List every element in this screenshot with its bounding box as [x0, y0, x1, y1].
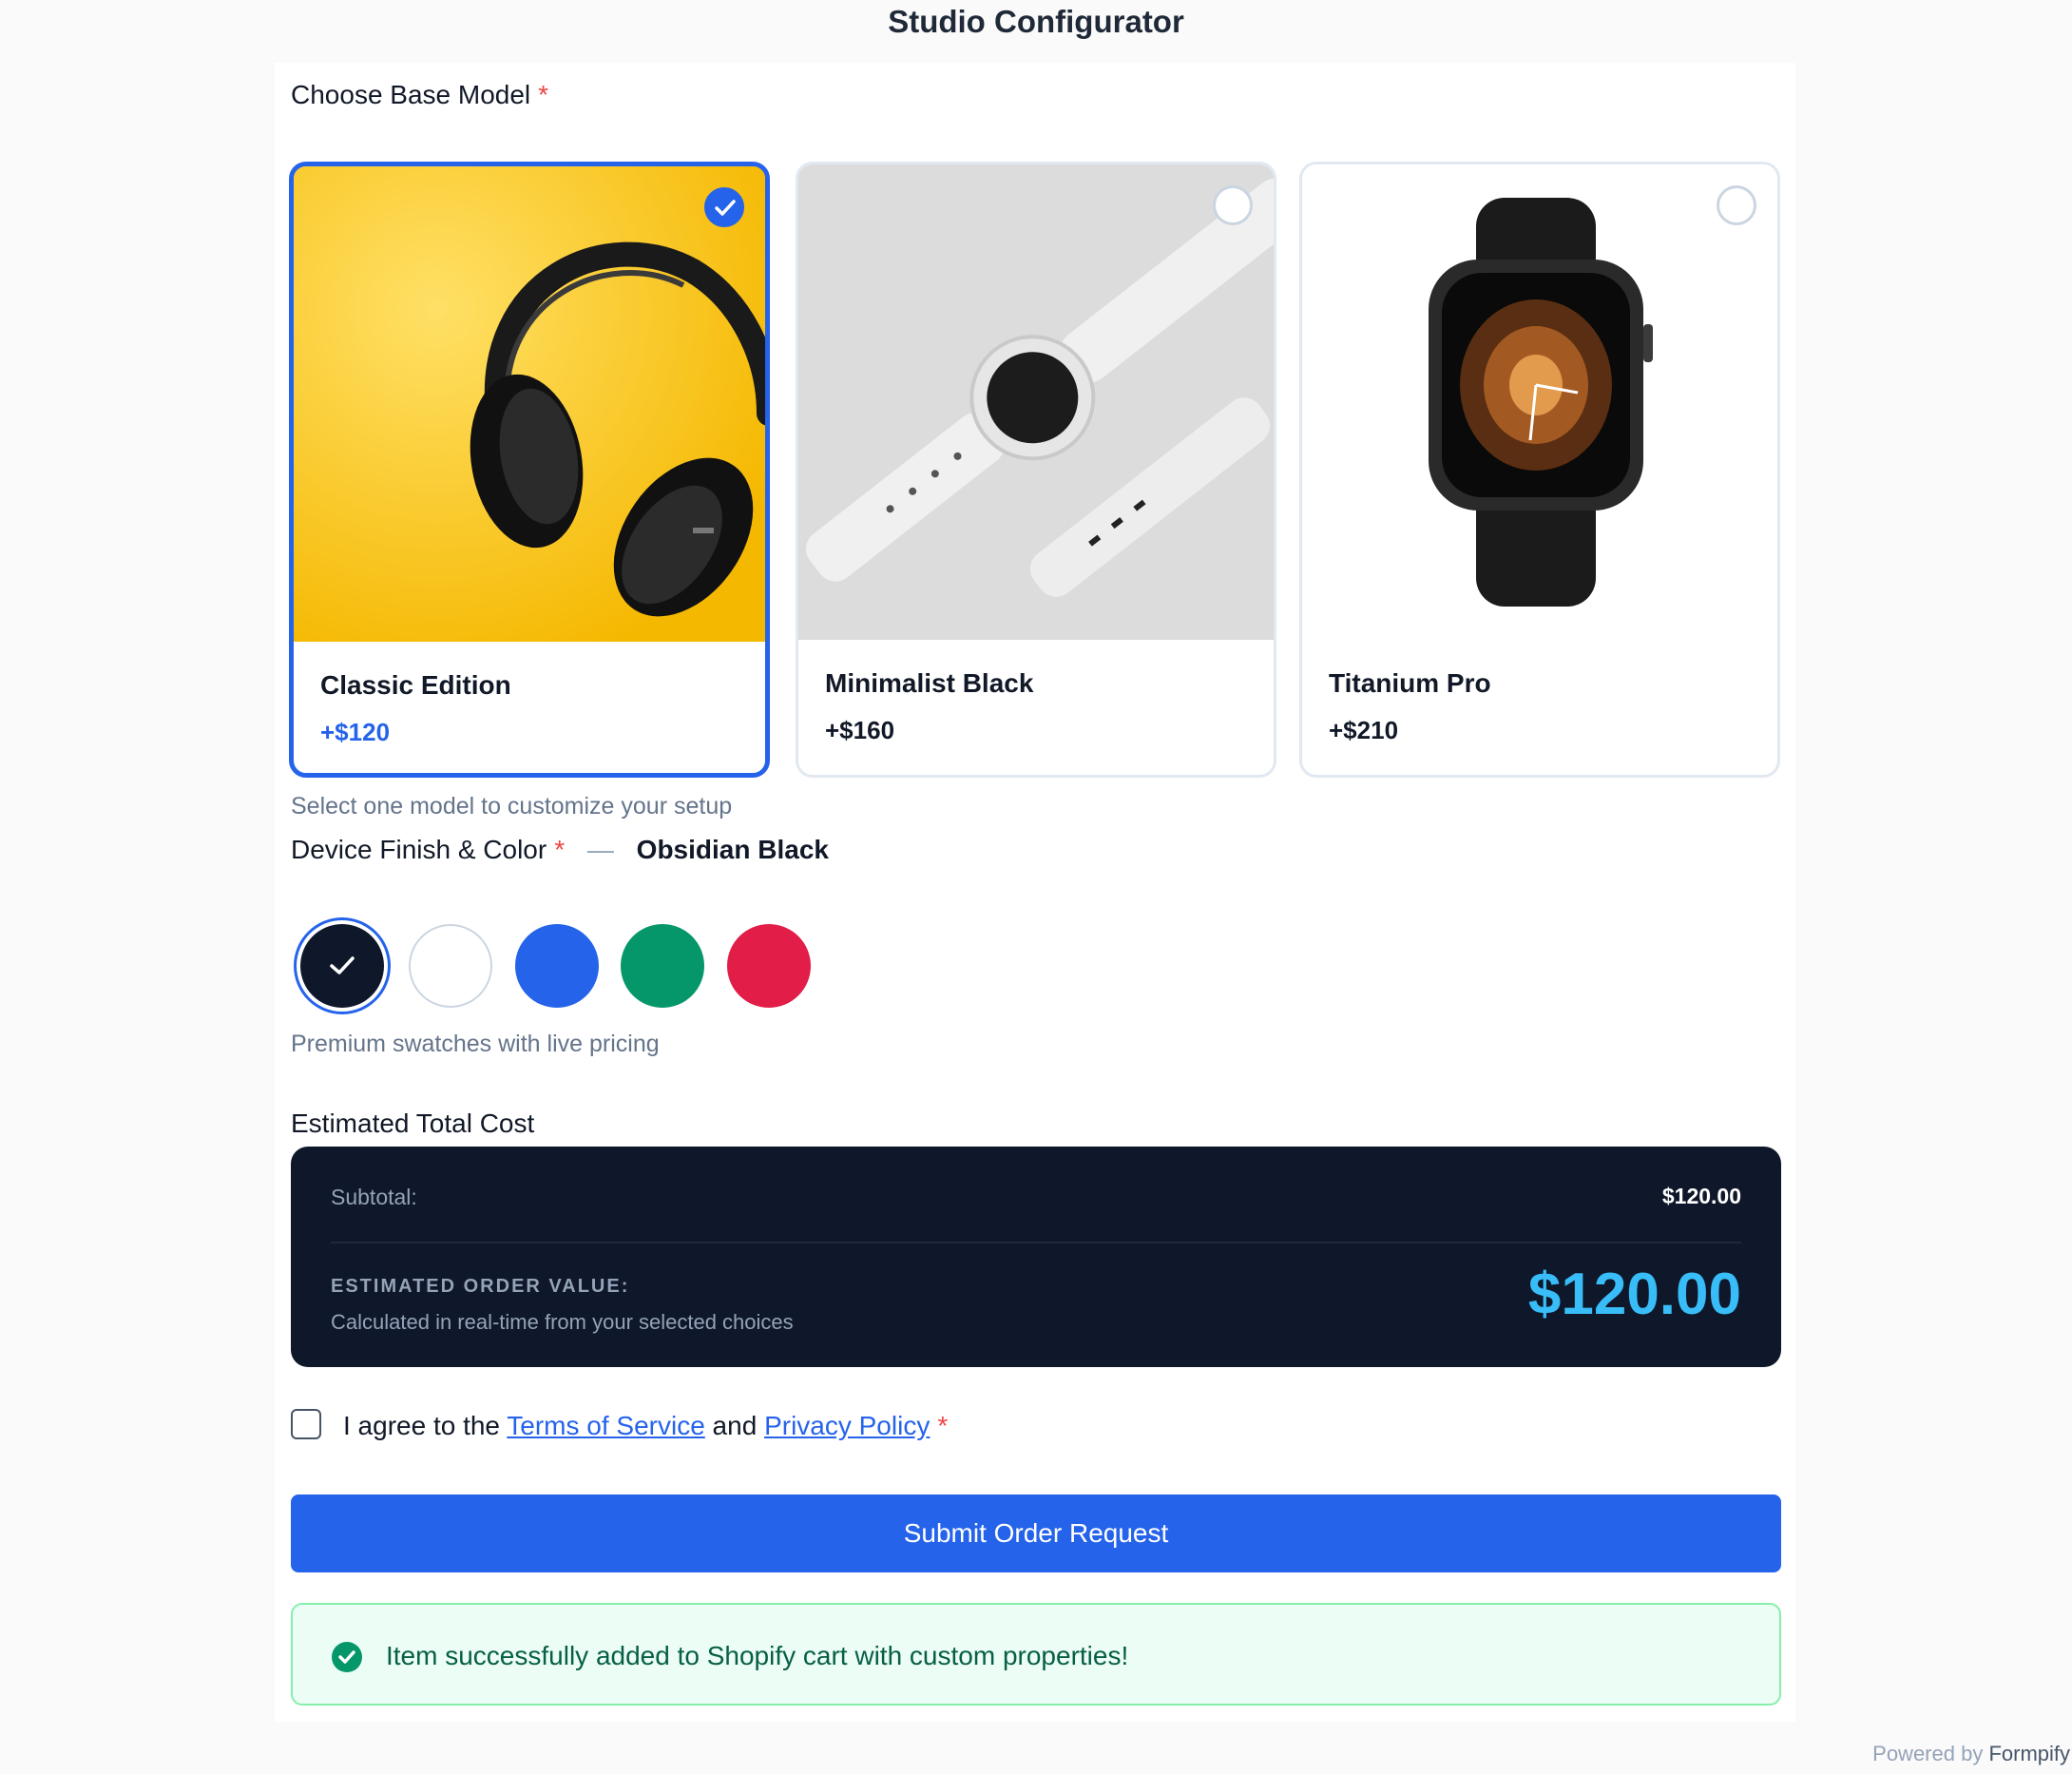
- model-card-minimalist-black[interactable]: Minimalist Black +$160: [796, 162, 1276, 778]
- separator: —: [586, 835, 614, 864]
- estimate-label: ESTIMATED ORDER VALUE:: [331, 1276, 630, 1297]
- total-label: Estimated Total Cost: [291, 1109, 535, 1138]
- check-icon: [330, 956, 355, 974]
- base-model-label-text: Choose Base Model: [291, 80, 531, 109]
- success-message: Item successfully added to Shopify cart …: [386, 1641, 1129, 1670]
- check-circle-icon: [332, 1642, 362, 1672]
- required-mark: *: [538, 80, 549, 109]
- finish-label: Device Finish & Color * — Obsidian Black: [291, 835, 829, 865]
- finish-label-text: Device Finish & Color: [291, 835, 547, 864]
- base-model-help: Select one model to customize your setup: [291, 793, 733, 820]
- subtotal-value: $120.00: [1661, 1184, 1741, 1208]
- swatch-obsidian-black[interactable]: [300, 924, 384, 1008]
- agree-middle: and: [704, 1411, 765, 1440]
- model-price: +$210: [1329, 716, 1399, 744]
- subtotal-label: Subtotal:: [331, 1185, 417, 1209]
- model-name: Minimalist Black: [825, 668, 1034, 698]
- model-name: Classic Edition: [320, 670, 511, 700]
- brand-name: Formpify: [1988, 1742, 2070, 1765]
- swatch-red[interactable]: [727, 924, 811, 1008]
- required-mark: *: [937, 1411, 949, 1440]
- selected-finish-name: Obsidian Black: [636, 835, 829, 864]
- terms-link[interactable]: Terms of Service: [507, 1411, 705, 1440]
- smartwatch-image: [1302, 164, 1777, 640]
- model-card-titanium-pro[interactable]: Titanium Pro +$210: [1299, 162, 1780, 778]
- white-watch-image: [798, 164, 1274, 640]
- page-title: Studio Configurator: [888, 4, 1184, 39]
- estimate-subtext: Calculated in real-time from your select…: [331, 1310, 794, 1334]
- model-card-classic-edition[interactable]: Classic Edition +$120: [289, 162, 770, 778]
- required-mark: *: [554, 835, 566, 864]
- radio-icon[interactable]: [1213, 185, 1253, 225]
- swatch-white[interactable]: [409, 924, 492, 1008]
- model-price: +$160: [825, 716, 895, 744]
- estimate-total: $120.00: [1527, 1262, 1741, 1327]
- privacy-link[interactable]: Privacy Policy: [764, 1411, 930, 1440]
- powered-prefix: Powered by: [1872, 1742, 1989, 1765]
- swatch-green[interactable]: [621, 924, 704, 1008]
- powered-by[interactable]: Powered by Formpify: [1872, 1742, 2070, 1766]
- configurator-form: Choose Base Model * Classic Edition +$12…: [275, 63, 1795, 1722]
- selected-check-icon[interactable]: [704, 187, 744, 227]
- headphones-image: [294, 166, 765, 642]
- agree-checkbox[interactable]: [291, 1409, 321, 1439]
- model-name: Titanium Pro: [1329, 668, 1491, 698]
- cost-summary: Subtotal: $120.00 ESTIMATED ORDER VALUE:…: [291, 1147, 1781, 1367]
- agree-text: I agree to the Terms of Service and Priv…: [343, 1411, 948, 1441]
- base-model-label: Choose Base Model *: [291, 80, 548, 110]
- success-alert: Item successfully added to Shopify cart …: [291, 1603, 1781, 1706]
- radio-icon[interactable]: [1717, 185, 1756, 225]
- model-price: +$120: [320, 718, 391, 746]
- summary-divider: [331, 1242, 1741, 1244]
- finish-help: Premium swatches with live pricing: [291, 1031, 660, 1057]
- agree-prefix: I agree to the: [343, 1411, 508, 1440]
- submit-button[interactable]: Submit Order Request: [291, 1494, 1781, 1572]
- swatch-blue[interactable]: [515, 924, 599, 1008]
